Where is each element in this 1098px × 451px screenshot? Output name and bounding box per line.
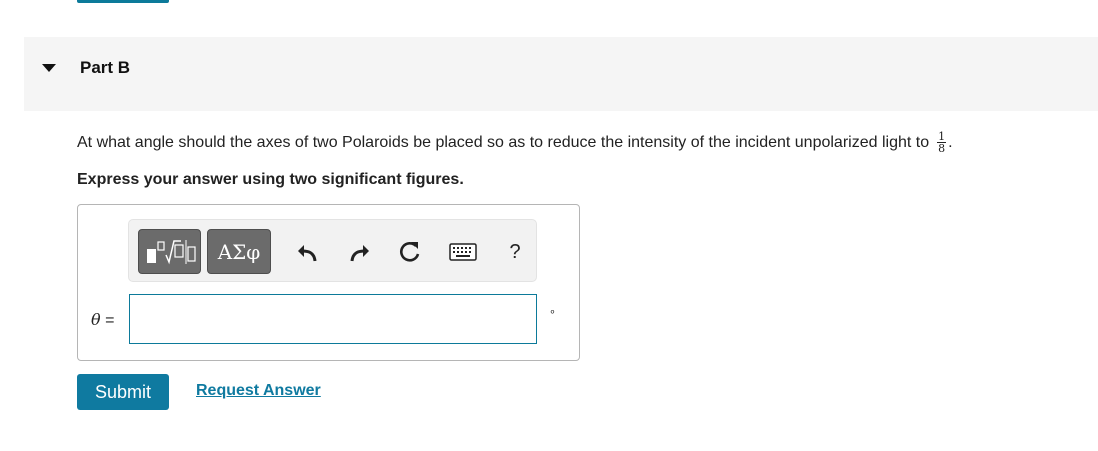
- redo-icon[interactable]: [348, 240, 372, 264]
- part-title: Part B: [80, 58, 131, 77]
- question-text: At what angle should the axes of two Pol…: [77, 131, 953, 154]
- request-answer-link[interactable]: Request Answer: [196, 382, 321, 400]
- math-toolbar: ΑΣφ ?: [128, 219, 537, 282]
- answer-input[interactable]: [129, 294, 537, 344]
- part-header[interactable]: Part B: [24, 37, 1098, 111]
- fraction: 1 8: [937, 131, 947, 155]
- help-icon[interactable]: ?: [503, 240, 527, 264]
- question-body: At what angle should the axes of two Pol…: [77, 133, 930, 151]
- undo-icon[interactable]: [295, 240, 319, 264]
- reset-icon[interactable]: [398, 240, 422, 264]
- fraction-denominator: 8: [938, 142, 946, 155]
- equals-sign: =: [105, 312, 115, 329]
- answer-box: ΑΣφ ? θ = ∘: [77, 204, 580, 361]
- symbols-button[interactable]: ΑΣφ: [207, 229, 271, 274]
- question-period: .: [948, 133, 953, 151]
- collapse-caret-icon[interactable]: [42, 64, 56, 72]
- previous-submit-button-edge[interactable]: [77, 0, 169, 3]
- theta-symbol: θ: [91, 310, 101, 329]
- submit-button[interactable]: Submit: [77, 374, 169, 410]
- degree-unit: ∘: [549, 306, 556, 318]
- templates-button[interactable]: [138, 229, 201, 274]
- templates-icon: [146, 239, 196, 264]
- keyboard-icon[interactable]: [448, 240, 478, 264]
- instruction-text: Express your answer using two significan…: [77, 171, 464, 188]
- answer-variable-label: θ =: [91, 310, 114, 330]
